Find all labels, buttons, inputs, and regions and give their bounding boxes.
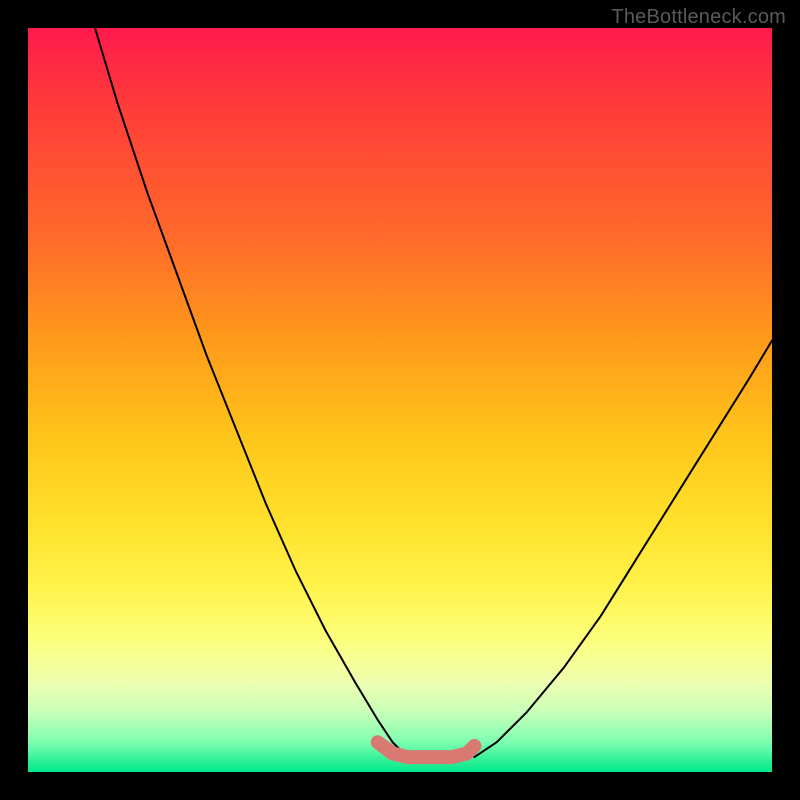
chart-svg: [28, 28, 772, 772]
right-curve-line: [474, 341, 772, 758]
outer-frame: TheBottleneck.com: [0, 0, 800, 800]
chart-area: [28, 28, 772, 772]
left-curve-line: [95, 28, 407, 757]
valley-marker-line: [378, 742, 475, 757]
watermark-label: TheBottleneck.com: [611, 6, 786, 29]
